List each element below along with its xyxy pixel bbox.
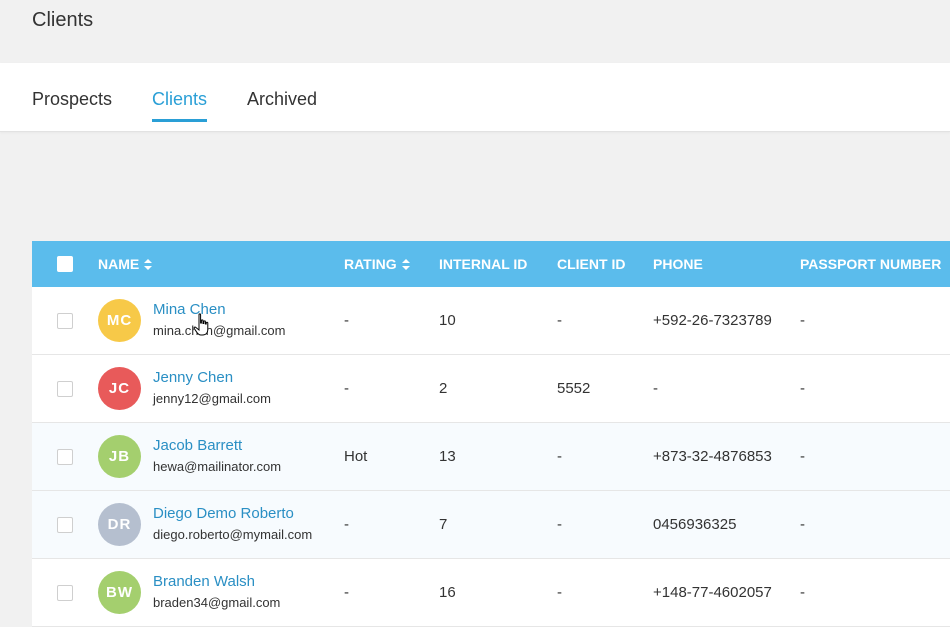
page-title: Clients bbox=[32, 9, 94, 31]
phone-cell: - bbox=[653, 380, 658, 397]
passport-cell: - bbox=[800, 448, 805, 465]
client-name-link[interactable]: Mina Chen bbox=[153, 301, 226, 318]
passport-cell: - bbox=[800, 516, 805, 533]
avatar: BW bbox=[98, 571, 141, 614]
column-header-phone: PHONE bbox=[653, 256, 703, 272]
row-checkbox[interactable] bbox=[57, 585, 73, 601]
column-header-name-label: NAME bbox=[98, 256, 140, 272]
select-all-checkbox[interactable] bbox=[57, 256, 73, 272]
column-header-client-id: CLIENT ID bbox=[557, 256, 626, 272]
passport-cell: - bbox=[800, 380, 805, 397]
column-header-rating[interactable]: RATING bbox=[344, 256, 410, 272]
column-header-rating-label: RATING bbox=[344, 256, 397, 272]
clients-table: NAME RATING INTERNAL ID CLIENT ID PHONE … bbox=[32, 241, 950, 627]
column-header-internal-id: INTERNAL ID bbox=[439, 256, 528, 272]
client-id-cell: - bbox=[557, 516, 562, 533]
internal-id-cell: 2 bbox=[439, 380, 448, 397]
client-email: braden34@gmail.com bbox=[153, 595, 281, 610]
hand-pointer-icon bbox=[193, 313, 209, 336]
rating-cell: - bbox=[344, 380, 349, 397]
client-email: mina.chen@gmail.com bbox=[153, 323, 286, 338]
tab-archived[interactable]: Archived bbox=[247, 89, 317, 120]
avatar: DR bbox=[98, 503, 141, 546]
rating-cell: - bbox=[344, 312, 349, 329]
internal-id-cell: 13 bbox=[439, 448, 456, 465]
tab-clients[interactable]: Clients bbox=[152, 89, 208, 122]
row-checkbox[interactable] bbox=[57, 449, 73, 465]
table-row[interactable]: BW Branden Walsh braden34@gmail.com - 16… bbox=[32, 559, 950, 627]
client-name-link[interactable]: Jenny Chen bbox=[153, 369, 233, 386]
client-name-link[interactable]: Branden Walsh bbox=[153, 573, 255, 590]
internal-id-cell: 7 bbox=[439, 516, 448, 533]
avatar: MC bbox=[98, 299, 141, 342]
table-row[interactable]: JC Jenny Chen jenny12@gmail.com - 2 5552… bbox=[32, 355, 950, 423]
client-name-link[interactable]: Jacob Barrett bbox=[153, 437, 242, 454]
table-row[interactable]: JB Jacob Barrett hewa@mailinator.com Hot… bbox=[32, 423, 950, 491]
client-id-cell: - bbox=[557, 312, 562, 329]
client-email: jenny12@gmail.com bbox=[153, 391, 271, 406]
internal-id-cell: 16 bbox=[439, 584, 456, 601]
row-checkbox[interactable] bbox=[57, 517, 73, 533]
client-email: diego.roberto@mymail.com bbox=[153, 527, 313, 542]
rating-cell: - bbox=[344, 516, 349, 533]
client-email: hewa@mailinator.com bbox=[153, 459, 282, 474]
table-header: NAME RATING INTERNAL ID CLIENT ID PHONE … bbox=[32, 241, 950, 287]
rating-cell: - bbox=[344, 584, 349, 601]
row-checkbox[interactable] bbox=[57, 313, 73, 329]
sort-icon[interactable] bbox=[144, 258, 153, 270]
column-header-name[interactable]: NAME bbox=[98, 256, 153, 272]
passport-cell: - bbox=[800, 584, 805, 601]
client-name-link[interactable]: Diego Demo Roberto bbox=[153, 505, 294, 522]
client-id-cell: - bbox=[557, 448, 562, 465]
phone-cell: +148-77-4602057 bbox=[653, 584, 772, 601]
avatar: JC bbox=[98, 367, 141, 410]
row-checkbox[interactable] bbox=[57, 381, 73, 397]
tabs-bar: Prospects Clients Archived bbox=[0, 63, 950, 132]
sort-icon[interactable] bbox=[401, 258, 410, 270]
phone-cell: +592-26-7323789 bbox=[653, 312, 772, 329]
tab-prospects[interactable]: Prospects bbox=[32, 89, 112, 120]
table-row[interactable]: DR Diego Demo Roberto diego.roberto@myma… bbox=[32, 491, 950, 559]
internal-id-cell: 10 bbox=[439, 312, 456, 329]
client-id-cell: 5552 bbox=[557, 380, 591, 397]
rating-cell: Hot bbox=[344, 448, 368, 465]
passport-cell: - bbox=[800, 312, 805, 329]
phone-cell: 0456936325 bbox=[653, 516, 737, 533]
avatar: JB bbox=[98, 435, 141, 478]
column-header-passport: PASSPORT NUMBER bbox=[800, 256, 942, 272]
phone-cell: +873-32-4876853 bbox=[653, 448, 772, 465]
client-id-cell: - bbox=[557, 584, 562, 601]
table-row[interactable]: MC Mina Chen mina.chen@gmail.com - 10 - … bbox=[32, 287, 950, 355]
page-header: Clients bbox=[0, 0, 950, 63]
